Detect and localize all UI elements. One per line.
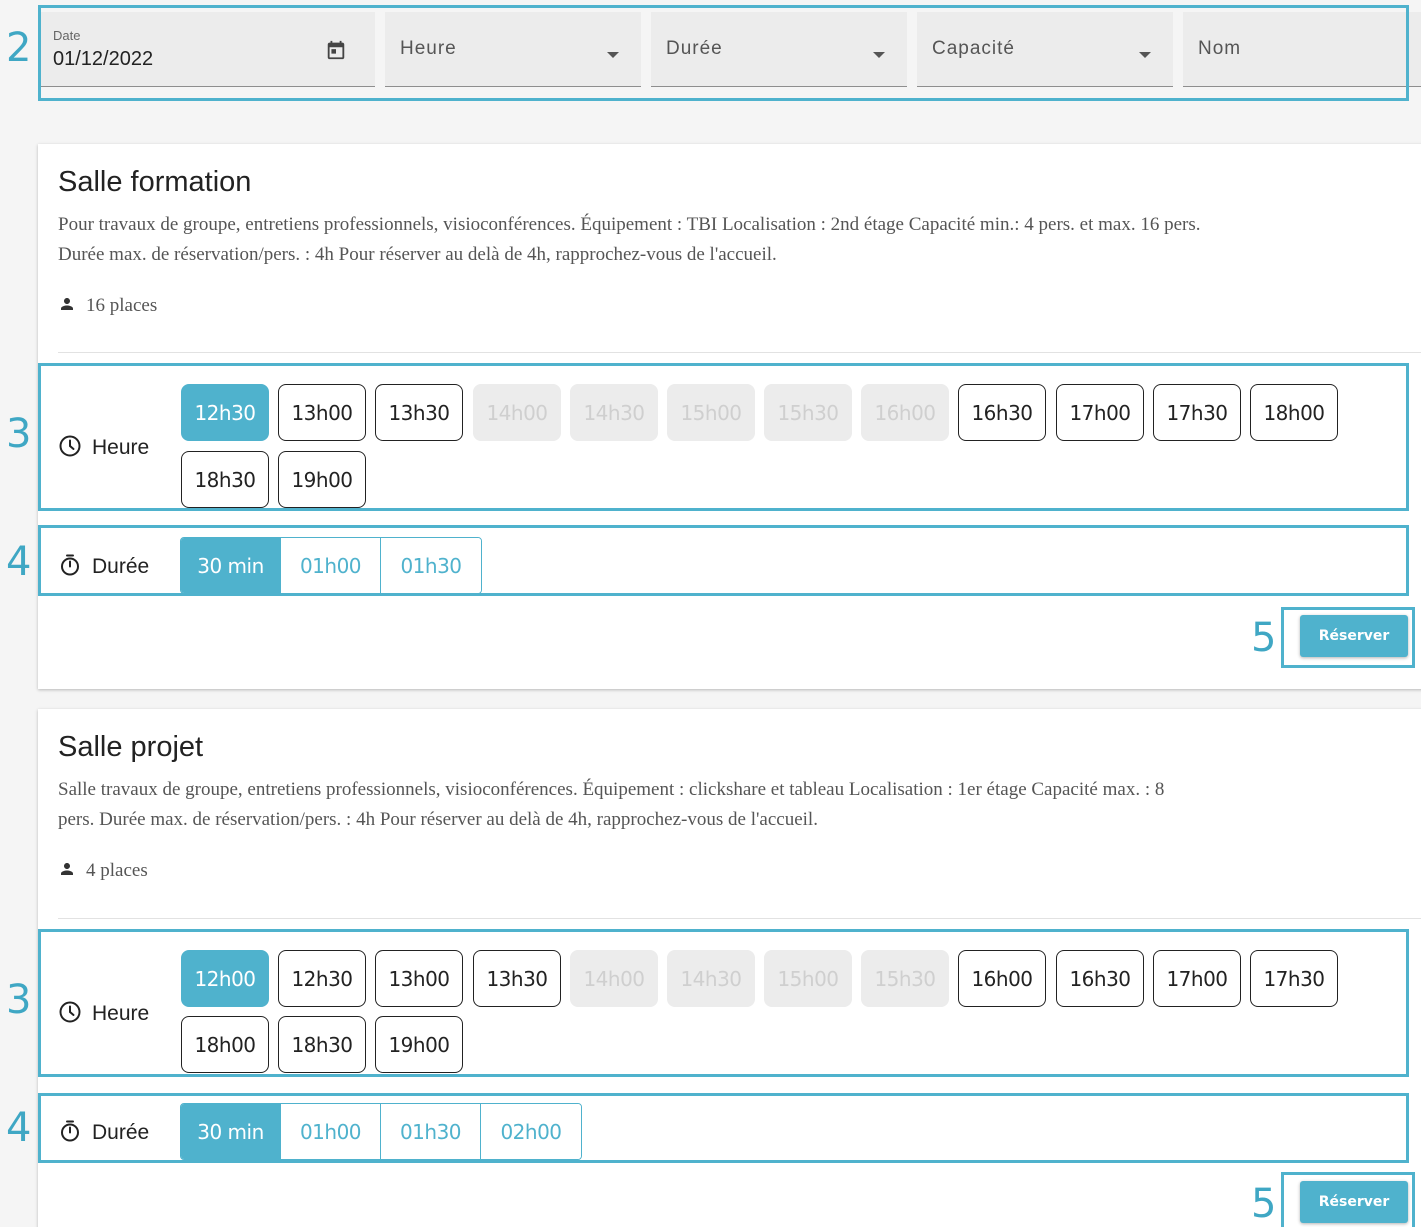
highlight-hours xyxy=(38,929,1409,1077)
divider xyxy=(58,352,1421,353)
room-title: Salle formation xyxy=(58,166,252,198)
annotation-marker-filters: 2 xyxy=(6,25,32,71)
person-icon xyxy=(61,863,73,875)
room-capacity-text: 4 places xyxy=(86,860,148,881)
annotation-marker-durations: 4 xyxy=(6,1105,32,1151)
highlight-filters xyxy=(38,5,1409,101)
room-capacity: 16 places xyxy=(58,295,157,317)
highlight-hours xyxy=(38,363,1409,511)
annotation-marker-hours: 3 xyxy=(6,977,32,1023)
room-capacity-text: 16 places xyxy=(86,295,158,316)
divider xyxy=(58,918,1421,919)
room-title: Salle projet xyxy=(58,731,204,763)
room-capacity: 4 places xyxy=(58,860,148,882)
highlight-durations xyxy=(38,525,1409,596)
highlight-durations xyxy=(38,1093,1409,1163)
room-description: Salle travaux de groupe, entretiens prof… xyxy=(58,775,1421,835)
room-description-line: Durée max. de réservation/pers. : 4h Pou… xyxy=(58,244,777,265)
annotation-marker-reserve: 5 xyxy=(1251,615,1277,661)
room-description-line: Pour travaux de groupe, entretiens profe… xyxy=(58,214,1201,235)
room-description: Pour travaux de groupe, entretiens profe… xyxy=(58,210,1421,270)
annotation-marker-durations: 4 xyxy=(6,539,32,585)
highlight-reserve xyxy=(1281,607,1415,668)
person-icon xyxy=(61,298,73,310)
room-description-line: pers. Durée max. de réservation/pers. : … xyxy=(58,809,818,830)
room-description-line: Salle travaux de groupe, entretiens prof… xyxy=(58,779,1165,800)
annotation-marker-hours: 3 xyxy=(6,411,32,457)
highlight-reserve xyxy=(1281,1172,1415,1227)
annotation-marker-reserve: 5 xyxy=(1251,1181,1277,1227)
